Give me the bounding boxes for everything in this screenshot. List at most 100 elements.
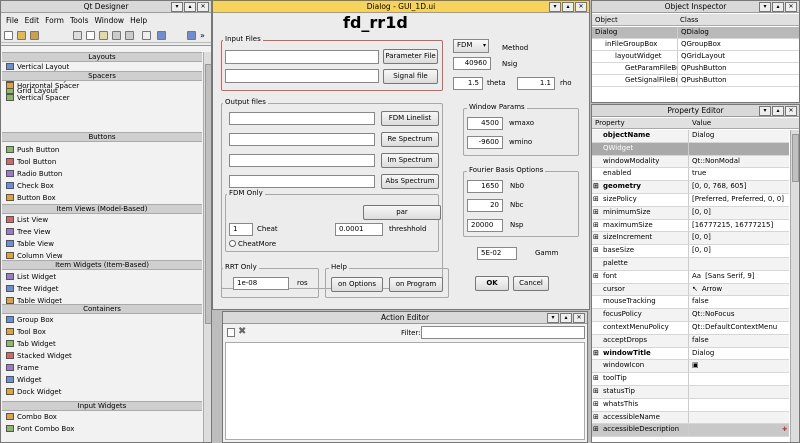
theta-input[interactable]: 1.5 <box>453 77 483 90</box>
property-row[interactable]: enabled true <box>592 168 789 182</box>
expand-icon[interactable]: ⊞ <box>593 373 599 385</box>
chevron-right-icon[interactable]: » <box>200 31 209 40</box>
action-editor-title-bar[interactable]: Action Editor ▾ ▴ ✕ <box>223 312 587 324</box>
property-row[interactable]: windowIcon ▣ <box>592 360 789 374</box>
property-value-cell[interactable]: Dialog <box>689 348 789 360</box>
threshold-input[interactable]: 0.0001 <box>335 223 383 236</box>
property-row[interactable]: cursor ↖ Arrow <box>592 283 789 297</box>
property-row[interactable]: focusPolicy Qt::NoFocus <box>592 309 789 322</box>
property-value-cell[interactable]: true <box>689 168 789 180</box>
widget-item[interactable]: Widget <box>17 375 42 385</box>
property-value-cell[interactable]: Qt::DefaultContextMenu <box>689 322 789 334</box>
menu-window[interactable]: Window <box>94 15 124 26</box>
expand-icon[interactable]: ⊞ <box>593 181 599 193</box>
widget-item[interactable]: Tab Widget <box>17 339 56 349</box>
expand-icon[interactable]: ⊞ <box>593 245 599 257</box>
property-section[interactable]: QWidget <box>592 142 789 156</box>
widget-item[interactable]: Dock Widget <box>17 387 61 397</box>
expand-icon[interactable]: ⊞ <box>593 271 599 283</box>
action-list[interactable] <box>225 342 585 440</box>
output-file-input[interactable] <box>229 112 375 125</box>
lower-icon[interactable] <box>125 31 134 40</box>
parameter-file-button[interactable]: Parameter File <box>383 49 438 64</box>
object-tree-row[interactable]: Dialog QDialog <box>592 27 799 39</box>
widget-item[interactable]: Tree View <box>17 227 50 237</box>
output-file-button[interactable]: Abs Spectrum <box>381 174 439 189</box>
cheatmore-radio[interactable] <box>229 240 236 247</box>
property-value-cell[interactable]: [0, 0] <box>689 245 789 257</box>
expand-icon[interactable]: ⊞ <box>593 194 599 206</box>
maximize-button[interactable]: ▴ <box>772 2 784 12</box>
widget-item[interactable]: Push Button <box>17 145 59 155</box>
menu-file[interactable]: File <box>6 15 19 26</box>
property-value-cell[interactable] <box>689 258 789 270</box>
nbc-input[interactable]: 20 <box>467 199 503 212</box>
close-button[interactable]: ✕ <box>785 2 797 12</box>
filter-input[interactable] <box>421 326 585 339</box>
expand-icon[interactable]: ⊞ <box>593 220 599 232</box>
property-value-cell[interactable]: [0, 0] <box>689 207 789 219</box>
property-row[interactable]: objectName Dialog <box>592 130 789 143</box>
property-value-cell[interactable] <box>689 386 789 398</box>
widget-item[interactable]: List View <box>17 215 48 225</box>
property-editor-scrollbar[interactable] <box>790 130 799 442</box>
close-button[interactable]: ✕ <box>197 2 209 12</box>
gamm-input[interactable]: 5E-02 <box>477 247 517 260</box>
property-value-cell[interactable] <box>689 399 789 411</box>
widget-category-2[interactable]: Buttons <box>2 132 202 142</box>
property-row[interactable]: ⊞ minimumSize [0, 0] <box>592 206 789 220</box>
widget-item[interactable]: Stacked Widget <box>17 351 72 361</box>
ok-button[interactable]: OK <box>475 276 509 291</box>
signal-file-button[interactable]: Signal file <box>383 69 438 84</box>
property-value-cell[interactable] <box>689 373 789 385</box>
save-form-icon[interactable] <box>30 31 39 40</box>
widget-item[interactable]: Radio Button <box>17 169 62 179</box>
output-file-input[interactable] <box>229 133 375 146</box>
reset-property-icon[interactable]: ✚ <box>782 424 787 436</box>
property-row[interactable]: ⊞ baseSize [0, 0] <box>592 245 789 258</box>
property-value-cell[interactable]: ✚ <box>689 424 789 436</box>
widget-box-scrollbar[interactable] <box>203 52 211 442</box>
minimize-button[interactable]: ▾ <box>549 2 561 12</box>
property-value-cell[interactable]: Dialog <box>689 130 789 142</box>
expand-icon[interactable]: ⊞ <box>593 399 599 411</box>
minimize-button[interactable]: ▾ <box>171 2 183 12</box>
expand-icon[interactable]: ⊞ <box>593 348 599 360</box>
property-row[interactable]: ⊞ windowTitle Dialog <box>592 347 789 361</box>
widget-item[interactable]: Horizontal Spacer <box>17 81 79 91</box>
expand-icon[interactable]: ⊞ <box>593 232 599 244</box>
output-file-input[interactable] <box>229 175 375 188</box>
open-form-icon[interactable] <box>17 31 26 40</box>
designer-title-bar[interactable]: Qt Designer ▾ ▴ ✕ <box>1 1 211 13</box>
raise-icon[interactable] <box>112 31 121 40</box>
menu-tools[interactable]: Tools <box>70 15 88 26</box>
parameter-file-input[interactable] <box>225 50 379 64</box>
copy-icon[interactable] <box>86 31 95 40</box>
property-value-cell[interactable]: Qt::NoFocus <box>689 309 789 321</box>
par-button[interactable]: par <box>363 205 441 220</box>
property-row[interactable]: contextMenuPolicy Qt::DefaultContextMenu <box>592 322 789 335</box>
widget-item[interactable]: Combo Box <box>17 412 57 422</box>
output-file-input[interactable] <box>229 154 375 167</box>
rho-input[interactable]: 1.1 <box>517 77 555 90</box>
new-form-icon[interactable] <box>4 31 13 40</box>
header-property[interactable]: Property <box>595 118 625 128</box>
property-row[interactable]: ⊞ maximumSize [16777215, 16777215] <box>592 219 789 233</box>
widget-item[interactable]: Vertical Spacer <box>17 93 70 103</box>
maximize-button[interactable]: ▴ <box>562 2 574 12</box>
property-row[interactable]: ⊞ statusTip <box>592 386 789 399</box>
property-value-cell[interactable]: ↖ Arrow <box>689 284 789 296</box>
expand-icon[interactable]: ⊞ <box>593 386 599 398</box>
close-button[interactable]: ✕ <box>785 106 797 116</box>
wmax-input[interactable]: 4500 <box>467 117 503 130</box>
property-value-cell[interactable] <box>689 412 789 424</box>
menu-form[interactable]: Form <box>45 15 64 26</box>
property-row[interactable]: mouseTracking false <box>592 296 789 310</box>
property-row[interactable]: ⊞ accessibleName <box>592 411 789 425</box>
output-file-button[interactable]: Re Spectrum <box>381 132 439 147</box>
output-file-button[interactable]: FDM Linelist <box>381 111 439 126</box>
property-value-cell[interactable]: [16777215, 16777215] <box>689 220 789 232</box>
menu-edit[interactable]: Edit <box>25 15 40 26</box>
property-value-cell[interactable]: ▣ <box>689 360 789 372</box>
property-value-cell[interactable]: [0, 0, 768, 605] <box>689 181 789 193</box>
